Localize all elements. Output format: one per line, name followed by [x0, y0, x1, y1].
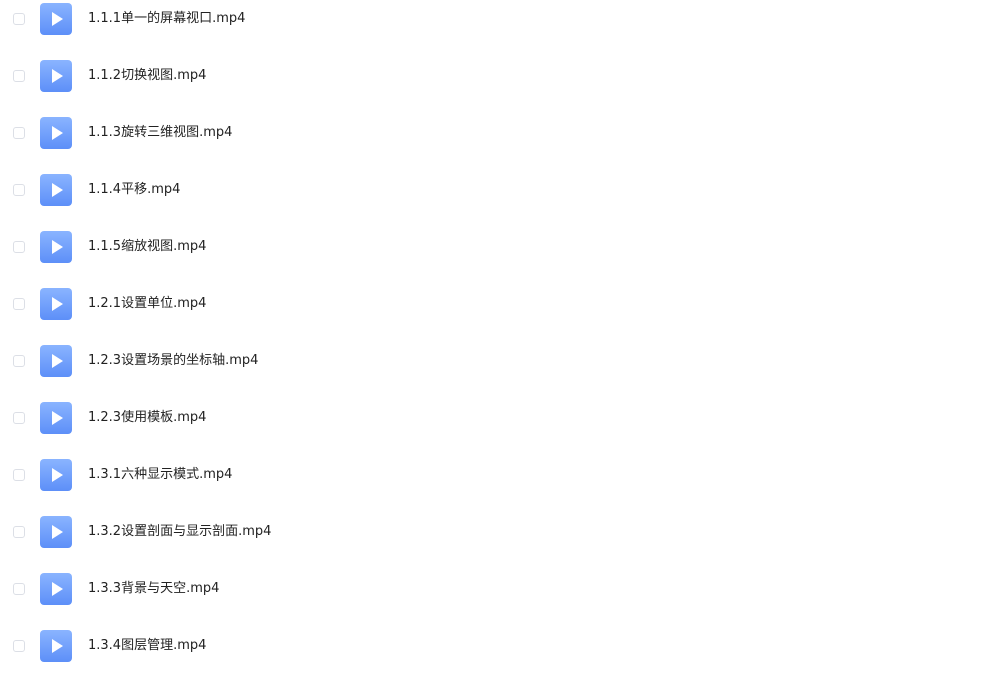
- file-checkbox[interactable]: [13, 70, 25, 82]
- video-play-icon[interactable]: [40, 516, 72, 548]
- video-play-icon[interactable]: [40, 345, 72, 377]
- video-play-icon[interactable]: [40, 288, 72, 320]
- file-checkbox[interactable]: [13, 355, 25, 367]
- file-row[interactable]: 1.2.3使用模板.mp4: [0, 399, 1001, 439]
- video-play-icon[interactable]: [40, 60, 72, 92]
- video-play-icon[interactable]: [40, 117, 72, 149]
- file-name[interactable]: 1.2.3设置场景的坐标轴.mp4: [88, 352, 258, 370]
- video-play-icon[interactable]: [40, 459, 72, 491]
- file-row[interactable]: 1.3.4图层管理.mp4: [0, 627, 1001, 667]
- file-checkbox[interactable]: [13, 640, 25, 652]
- file-row[interactable]: 1.3.1六种显示模式.mp4: [0, 456, 1001, 496]
- file-name[interactable]: 1.3.4图层管理.mp4: [88, 637, 206, 655]
- file-checkbox[interactable]: [13, 412, 25, 424]
- file-checkbox[interactable]: [13, 13, 25, 25]
- file-row[interactable]: 1.3.2设置剖面与显示剖面.mp4: [0, 513, 1001, 553]
- file-name[interactable]: 1.1.5缩放视图.mp4: [88, 238, 206, 256]
- video-play-icon[interactable]: [40, 3, 72, 35]
- file-row[interactable]: 1.1.4平移.mp4: [0, 171, 1001, 211]
- file-name[interactable]: 1.2.3使用模板.mp4: [88, 409, 206, 427]
- file-name[interactable]: 1.1.2切换视图.mp4: [88, 67, 206, 85]
- file-row[interactable]: 1.3.3背景与天空.mp4: [0, 570, 1001, 610]
- file-row[interactable]: 1.1.3旋转三维视图.mp4: [0, 114, 1001, 154]
- file-checkbox[interactable]: [13, 298, 25, 310]
- file-row[interactable]: 1.1.5缩放视图.mp4: [0, 228, 1001, 268]
- file-row[interactable]: 1.1.1单一的屏幕视口.mp4: [0, 0, 1001, 40]
- file-list: 1.1.1单一的屏幕视口.mp4 1.1.2切换视图.mp4 1.1.3旋转三维…: [0, 0, 1001, 675]
- file-checkbox[interactable]: [13, 184, 25, 196]
- video-play-icon[interactable]: [40, 174, 72, 206]
- file-name[interactable]: 1.2.1设置单位.mp4: [88, 295, 206, 313]
- video-play-icon[interactable]: [40, 231, 72, 263]
- file-checkbox[interactable]: [13, 241, 25, 253]
- file-name[interactable]: 1.1.1单一的屏幕视口.mp4: [88, 10, 245, 28]
- file-row[interactable]: 1.1.2切换视图.mp4: [0, 57, 1001, 97]
- file-name[interactable]: 1.1.3旋转三维视图.mp4: [88, 124, 232, 142]
- file-name[interactable]: 1.3.3背景与天空.mp4: [88, 580, 219, 598]
- file-row[interactable]: 1.2.3设置场景的坐标轴.mp4: [0, 342, 1001, 382]
- file-checkbox[interactable]: [13, 583, 25, 595]
- file-name[interactable]: 1.3.2设置剖面与显示剖面.mp4: [88, 523, 271, 541]
- file-checkbox[interactable]: [13, 469, 25, 481]
- file-name[interactable]: 1.3.1六种显示模式.mp4: [88, 466, 232, 484]
- file-checkbox[interactable]: [13, 526, 25, 538]
- video-play-icon[interactable]: [40, 573, 72, 605]
- file-checkbox[interactable]: [13, 127, 25, 139]
- file-name[interactable]: 1.1.4平移.mp4: [88, 181, 180, 199]
- video-play-icon[interactable]: [40, 630, 72, 662]
- video-play-icon[interactable]: [40, 402, 72, 434]
- file-row[interactable]: 1.2.1设置单位.mp4: [0, 285, 1001, 325]
